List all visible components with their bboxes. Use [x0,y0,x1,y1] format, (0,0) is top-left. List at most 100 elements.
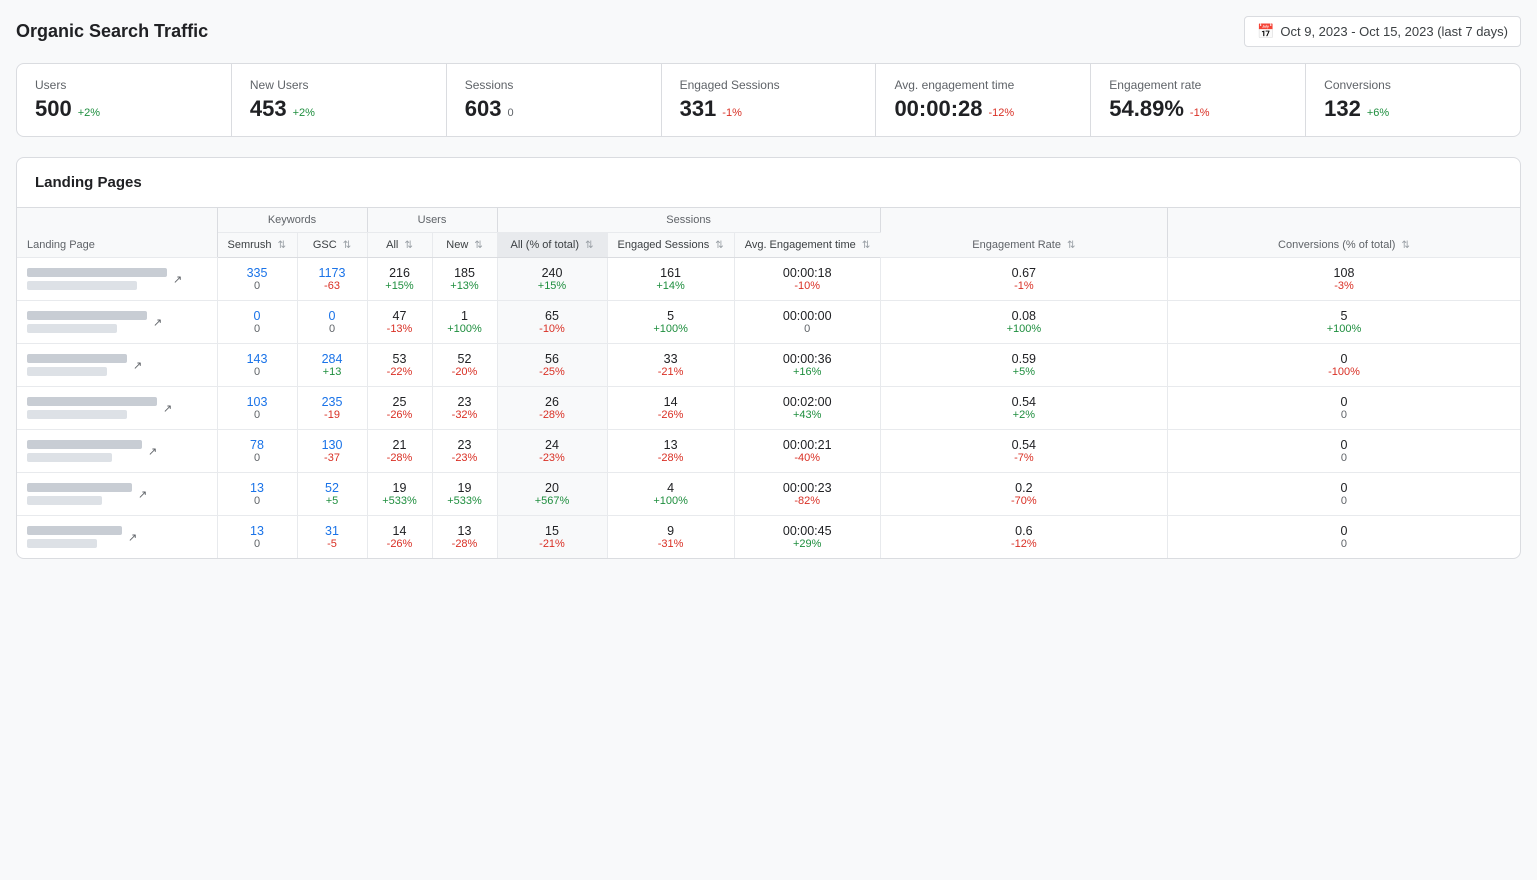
table-cell: 5 +100% [607,301,734,344]
table-cell-link: 0 0 [297,301,367,344]
metric-value: 500 [35,96,72,122]
metric-value: 331 [680,96,717,122]
table-cell-link: 235 -19 [297,387,367,430]
col-header-users-new: New ⇅ [432,233,497,258]
table-cell: 0.6 -12% [880,516,1167,559]
table-cell: 20 +567% [497,473,607,516]
table-cell: 65 -10% [497,301,607,344]
metric-delta: +2% [293,107,315,119]
page-header: Organic Search Traffic 📅 Oct 9, 2023 - O… [16,16,1521,47]
table-cell: 00:00:18 -10% [734,258,880,301]
landing-page-cell: ↗ [17,430,217,473]
col-header-semrush: Semrush ⇅ [217,233,297,258]
metric-item: Conversions 132 +6% [1306,64,1520,136]
table-cell: 33 -21% [607,344,734,387]
table-cell-link: 335 0 [217,258,297,301]
sort-icon-users-all[interactable]: ⇅ [404,240,412,251]
table-cell-link: 78 0 [217,430,297,473]
table-cell: 14 -26% [367,516,432,559]
col-group-users: Users [367,208,497,233]
table-cell: 0.54 +2% [880,387,1167,430]
landing-page-cell: ↗ [17,258,217,301]
metrics-bar: Users 500 +2% New Users 453 +2% Sessions… [16,63,1521,137]
table-cell-link: 284 +13 [297,344,367,387]
table-cell: 108 -3% [1167,258,1520,301]
table-cell-link: 13 0 [217,516,297,559]
landing-page-cell: ↗ [17,473,217,516]
page-title: Organic Search Traffic [16,21,208,42]
date-range-button[interactable]: 📅 Oct 9, 2023 - Oct 15, 2023 (last 7 day… [1244,16,1521,47]
table-cell: 161 +14% [607,258,734,301]
sort-icon-avg-eng-time[interactable]: ⇅ [862,240,870,251]
sort-icon-sessions-all[interactable]: ⇅ [585,240,593,251]
table-cell: 14 -26% [607,387,734,430]
table-cell: 13 -28% [607,430,734,473]
table-cell: 0 0 [1167,516,1520,559]
metric-delta: -1% [722,107,742,119]
metric-label: Engagement rate [1109,78,1287,92]
table-cell: 0.2 -70% [880,473,1167,516]
sort-icon-gsc[interactable]: ⇅ [343,240,351,251]
table-cell: 23 -23% [432,430,497,473]
table-cell: 0.54 -7% [880,430,1167,473]
table-cell: 26 -28% [497,387,607,430]
external-link-icon[interactable]: ↗ [128,531,137,544]
external-link-icon[interactable]: ↗ [133,359,142,372]
metric-item: Engaged Sessions 331 -1% [662,64,877,136]
landing-page-cell: ↗ [17,516,217,559]
table-cell: 56 -25% [497,344,607,387]
landing-pages-table: Landing Page Keywords Users Sessions Eng… [17,208,1520,558]
table-cell: 5 +100% [1167,301,1520,344]
table-cell-link: 13 0 [217,473,297,516]
date-range-label: Oct 9, 2023 - Oct 15, 2023 (last 7 days) [1280,24,1508,39]
table-cell: 0 0 [1167,473,1520,516]
table-cell: 00:00:00 0 [734,301,880,344]
metric-label: New Users [250,78,428,92]
table-cell-link: 143 0 [217,344,297,387]
table-cell-link: 130 -37 [297,430,367,473]
external-link-icon[interactable]: ↗ [163,402,172,415]
table-cell: 00:00:23 -82% [734,473,880,516]
sort-icon-users-new[interactable]: ⇅ [474,240,482,251]
table-cell: 00:00:21 -40% [734,430,880,473]
metric-label: Avg. engagement time [894,78,1072,92]
sort-icon-engaged-sessions[interactable]: ⇅ [715,240,723,251]
table-row: ↗ 13 0 31 -5 14 -26% [17,516,1520,559]
external-link-icon[interactable]: ↗ [173,273,182,286]
metric-label: Engaged Sessions [680,78,858,92]
table-cell: 21 -28% [367,430,432,473]
table-cell: 185 +13% [432,258,497,301]
table-row: ↗ 335 0 1173 -63 216 +15% [17,258,1520,301]
metric-item: New Users 453 +2% [232,64,447,136]
table-header-row-1: Landing Page Keywords Users Sessions Eng… [17,208,1520,233]
table-row: ↗ 78 0 130 -37 21 -28% [17,430,1520,473]
metric-label: Sessions [465,78,643,92]
metric-value: 453 [250,96,287,122]
landing-pages-section: Landing Pages Landing Page Keywords User… [16,157,1521,559]
sort-icon-semrush[interactable]: ⇅ [278,240,286,251]
table-cell: 23 -32% [432,387,497,430]
table-cell: 15 -21% [497,516,607,559]
landing-page-cell: ↗ [17,344,217,387]
metric-delta: -12% [989,107,1015,119]
table-cell: 19 +533% [367,473,432,516]
metric-value: 00:00:28 [894,96,982,122]
metric-label: Conversions [1324,78,1502,92]
col-header-conversions: Conversions (% of total) ⇅ [1167,208,1520,258]
col-header-sessions-all: All (% of total) ⇅ [497,233,607,258]
table-cell: 00:00:45 +29% [734,516,880,559]
table-cell: 25 -26% [367,387,432,430]
metric-delta: 0 [507,107,513,119]
metric-delta: +6% [1367,107,1389,119]
table-cell: 4 +100% [607,473,734,516]
sort-icon-conversions[interactable]: ⇅ [1402,240,1410,251]
external-link-icon[interactable]: ↗ [148,445,157,458]
external-link-icon[interactable]: ↗ [138,488,147,501]
metric-item: Engagement rate 54.89% -1% [1091,64,1306,136]
table-row: ↗ 0 0 0 0 47 -13% [17,301,1520,344]
col-group-sessions: Sessions [497,208,880,233]
external-link-icon[interactable]: ↗ [153,316,162,329]
section-title: Landing Pages [17,158,1520,208]
sort-icon-eng-rate[interactable]: ⇅ [1067,240,1075,251]
table-cell: 0.59 +5% [880,344,1167,387]
